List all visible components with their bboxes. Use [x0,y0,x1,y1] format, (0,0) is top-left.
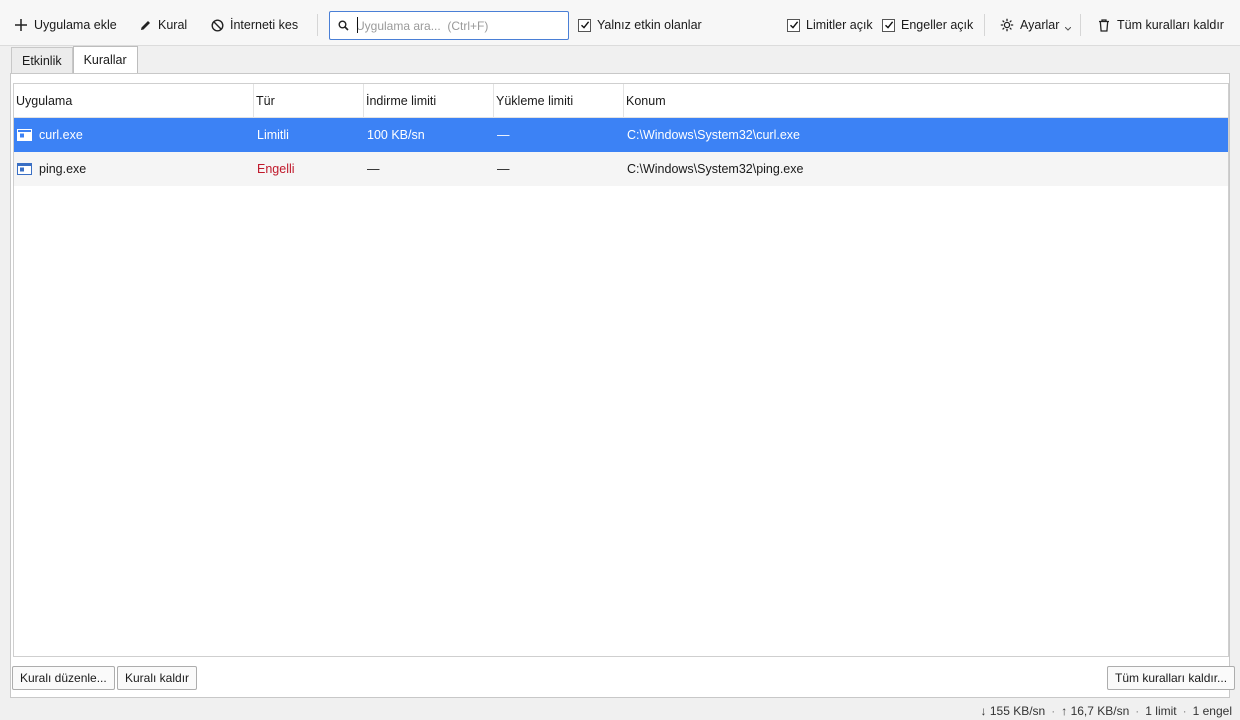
settings-label: Ayarlar [1020,18,1060,32]
column-header-app[interactable]: Uygulama [14,84,254,118]
checkmark-icon [787,18,800,32]
pencil-icon [138,18,152,32]
toolbar-divider [984,14,985,36]
gear-icon [1000,18,1014,32]
toolbar-divider [317,14,318,36]
limit-count: 1 limit [1145,704,1177,718]
tab-activity[interactable]: Etkinlik [11,47,73,73]
status-separator: · [1182,704,1187,718]
edit-rule-button[interactable]: Kuralı düzenle... [12,666,115,690]
app-window-icon [17,129,32,141]
tab-bar: Etkinlik Kurallar [11,46,138,74]
location-cell: C:\Windows\System32\curl.exe [627,128,800,142]
rule-button[interactable]: Kural [138,12,187,38]
remove-rule-button[interactable]: Kuralı kaldır [117,666,198,690]
location-cell: C:\Windows\System32\ping.exe [627,162,804,176]
only-active-checkbox[interactable]: Yalnız etkin olanlar [578,16,702,34]
settings-button[interactable]: Ayarlar [1000,12,1072,38]
limits-on-label: Limitler açık [806,18,873,32]
column-header-download-limit[interactable]: İndirme limiti [364,84,494,118]
only-active-label: Yalnız etkin olanlar [597,18,702,32]
upload-speed: ↑ 16,7 KB/sn [1061,704,1130,718]
column-header-type[interactable]: Tür [254,84,364,118]
search-input[interactable] [356,15,556,36]
download-limit-cell: — [367,162,380,176]
remove-all-rules-button[interactable]: Tüm kuralları kaldır [1097,12,1224,38]
app-cell: ping.exe [17,152,86,186]
column-header-location[interactable]: Konum [624,84,1228,118]
app-name: curl.exe [39,128,83,142]
type-cell: Engelli [257,162,295,176]
toolbar: Uygulama ekle Kural İnterneti kes Yalnız… [0,0,1240,46]
app-cell: curl.exe [17,118,83,152]
blocks-on-checkbox[interactable]: Engeller açık [882,16,973,34]
status-bar: ↓ 155 KB/sn · ↑ 16,7 KB/sn · 1 limit · 1… [981,702,1232,720]
upload-limit-cell: — [497,162,510,176]
cut-internet-label: İnterneti kes [230,18,299,32]
trash-icon [1097,18,1111,32]
tab-rules[interactable]: Kurallar [72,46,138,73]
download-speed: ↓ 155 KB/sn [980,704,1046,718]
chevron-down-icon [1065,27,1072,31]
status-separator: · [1135,704,1140,718]
rules-table: Uygulama Tür İndirme limiti Yükleme limi… [13,83,1229,657]
blocks-on-label: Engeller açık [901,18,974,32]
upload-limit-cell: — [497,128,510,142]
table-row[interactable]: curl.exe Limitli 100 KB/sn — C:\Windows\… [14,118,1228,152]
checkmark-icon [882,18,895,32]
app-window-icon [17,163,32,175]
app-name: ping.exe [39,162,87,176]
column-header-upload-limit[interactable]: Yükleme limiti [494,84,624,118]
search-box[interactable] [329,11,569,40]
remove-all-rules-dialog-button[interactable]: Tüm kuralları kaldır... [1107,666,1236,690]
table-row[interactable]: ping.exe Engelli — — C:\Windows\System32… [14,152,1228,186]
type-cell: Limitli [257,128,289,142]
remove-all-rules-label: Tüm kuralları kaldır [1117,18,1224,32]
search-icon [330,20,356,31]
add-app-button[interactable]: Uygulama ekle [14,12,117,38]
block-count: 1 engel [1192,704,1232,718]
status-separator: · [1051,704,1056,718]
rules-panel: Uygulama Tür İndirme limiti Yükleme limi… [10,73,1236,698]
rule-label: Kural [158,18,188,32]
limits-on-checkbox[interactable]: Limitler açık [787,16,873,34]
table-header: Uygulama Tür İndirme limiti Yükleme limi… [14,84,1228,118]
block-icon [210,18,224,32]
add-app-label: Uygulama ekle [34,18,117,32]
checkmark-icon [578,18,591,32]
cut-internet-button[interactable]: İnterneti kes [210,12,298,38]
text-caret [357,17,358,33]
toolbar-divider [1080,14,1081,36]
download-limit-cell: 100 KB/sn [367,128,425,142]
plus-icon [14,18,28,32]
